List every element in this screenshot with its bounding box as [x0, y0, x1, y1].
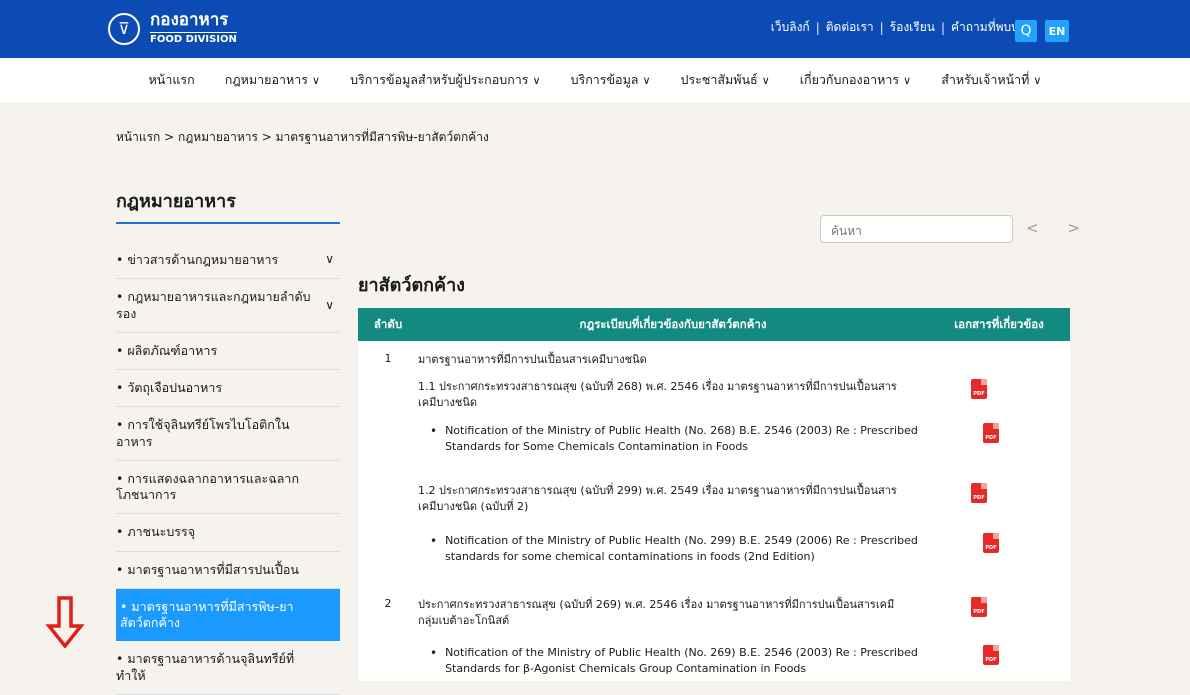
sidebar-item-laws[interactable]: • กฎหมายอาหารและกฎหมายลำดับรอง ∨ — [116, 279, 340, 333]
table-row: • Notification of the Ministry of Public … — [358, 641, 1070, 681]
table-row: 2 ประกาศกระทรวงสาธารณสุข (ฉบับที่ 269) พ… — [358, 593, 1070, 641]
pdf-icon[interactable]: PDF — [971, 483, 987, 503]
sidebar-item-contaminants[interactable]: • มาตรฐานอาหารที่มีสารปนเปื้อน — [116, 552, 340, 589]
bullet: • — [430, 534, 438, 548]
chevron-down-icon: ∨ — [532, 74, 541, 87]
row-number: 1 — [384, 352, 392, 365]
sidebar-item-label: • การแสดงฉลากอาหารและฉลากโภชนาการ — [116, 470, 300, 502]
nav-label: เกี่ยวกับกองอาหาร — [799, 72, 900, 87]
link-contact[interactable]: ติดต่อเรา — [826, 18, 874, 37]
sidebar-item-packaging[interactable]: • ภาชนะบรรจุ — [116, 514, 340, 552]
row-text: ประกาศกระทรวงสาธารณสุข (ฉบับที่ 269) พ.ศ… — [418, 598, 895, 627]
row-text: Notification of the Ministry of Public H… — [445, 424, 918, 453]
sidebar-item-label: • การใช้จุลินทรีย์โพรไบโอติกในอาหาร — [116, 417, 290, 449]
top-bar: ⊽ กองอาหาร FOOD DIVISION เว็บลิงก์ | ติด… — [0, 0, 1190, 58]
bullet: • — [430, 646, 438, 660]
chevron-down-icon[interactable]: ∨ — [325, 252, 334, 268]
content-title: ยาสัตว์ตกค้าง — [358, 275, 465, 296]
sidebar-item-label: • มาตรฐานอาหารที่มีสารพิษ-ยาสัตว์ตกค้าง — [120, 598, 294, 630]
table-row: 1.1 ประกาศกระทรวงสาธารณสุข (ฉบับที่ 268)… — [358, 369, 1070, 419]
table-header: ลำดับ กฎระเบียบที่เกี่ยวข้องกับยาสัตว์ตก… — [358, 308, 1070, 341]
down-arrow-icon — [45, 596, 85, 648]
sidebar-item-label: • กฎหมายอาหารและกฎหมายลำดับรอง — [116, 289, 311, 321]
main-nav: หน้าแรก กฎหมายอาหาร ∨ บริการข้อมูลสำหรับผ… — [0, 58, 1190, 102]
logo-emblem-icon: ⊽ — [108, 12, 140, 45]
row-text: Notification of the Ministry of Public H… — [445, 534, 918, 563]
nav-business-services[interactable]: บริการข้อมูลสำหรับผู้ประกอบการ ∨ — [350, 70, 541, 90]
chevron-down-icon: ∨ — [903, 74, 912, 87]
sidebar-item-products[interactable]: • ผลิตภัณฑ์อาหาร — [116, 333, 340, 370]
logo-thai-text: กองอาหาร — [150, 10, 229, 30]
sidebar-item-label: • ผลิตภัณฑ์อาหาร — [116, 342, 218, 358]
chevron-down-icon: ∨ — [312, 74, 321, 87]
search-icon[interactable]: Q — [1015, 20, 1037, 42]
header-regulation: กฎระเบียบที่เกี่ยวข้องกับยาสัตว์ตกค้าง — [579, 316, 767, 331]
sidebar-item-label: • มาตรฐานอาหารที่มีสารปนเปื้อน — [116, 561, 299, 577]
sidebar-item-label: • ภาชนะบรรจุ — [116, 524, 196, 540]
row-number: 2 — [384, 597, 392, 610]
pdf-icon[interactable]: PDF — [983, 645, 999, 665]
row-text: มาตรฐานอาหารที่มีการปนเปื้อนสารเคมีบางชน… — [418, 353, 647, 366]
nav-label: สำหรับเจ้าหน้าที่ — [941, 72, 1030, 87]
nav-label: บริการข้อมูลสำหรับผู้ประกอบการ — [350, 72, 529, 87]
sidebar-item-probiotics[interactable]: • การใช้จุลินทรีย์โพรไบโอติกในอาหาร — [116, 407, 340, 461]
sidebar-item-microbial[interactable]: • มาตรฐานอาหารด้านจุลินทรีย์ที่ทำให้ — [116, 641, 340, 695]
logo-en-text: FOOD DIVISION — [150, 31, 237, 45]
row-text: 1.1 ประกาศกระทรวงสาธารณสุข (ฉบับที่ 268)… — [418, 380, 897, 409]
sidebar-item-news[interactable]: • ข่าวสารด้านกฎหมายอาหาร ∨ — [116, 242, 340, 280]
header-documents: เอกสารที่เกี่ยวข้อง — [954, 316, 1044, 331]
pdf-icon[interactable]: PDF — [971, 379, 987, 399]
sidebar-item-labeling[interactable]: • การแสดงฉลากอาหารและฉลากโภชนาการ — [116, 461, 340, 515]
sidebar-title-underline — [116, 222, 340, 224]
chevron-down-icon: ∨ — [761, 74, 770, 87]
link-separator: | — [940, 20, 946, 35]
link-separator: | — [879, 20, 884, 35]
nav-info-services[interactable]: บริการข้อมูล ∨ — [571, 70, 651, 90]
link-separator: | — [815, 20, 820, 35]
nav-staff[interactable]: สำหรับเจ้าหน้าที่ ∨ — [941, 70, 1041, 90]
nav-label: หน้าแรก — [148, 72, 195, 87]
header-order: ลำดับ — [373, 316, 403, 331]
language-en-button[interactable]: EN — [1045, 20, 1069, 42]
chevron-down-icon: ∨ — [642, 74, 651, 87]
sidebar-item-residues[interactable]: • มาตรฐานอาหารที่มีสารพิษ-ยาสัตว์ตกค้าง — [116, 588, 340, 642]
nav-label: ประชาสัมพันธ์ — [680, 72, 758, 87]
link-complaint[interactable]: ร้องเรียน — [890, 18, 935, 37]
chevron-down-icon[interactable]: ∨ — [325, 298, 334, 314]
row-text: Notification of the Ministry of Public H… — [445, 646, 918, 675]
pdf-icon[interactable]: PDF — [983, 533, 999, 553]
sidebar-item-label: • ข่าวสารด้านกฎหมายอาหาร — [116, 252, 279, 267]
site-logo[interactable]: ⊽ กองอาหาร FOOD DIVISION — [108, 10, 237, 45]
table-row: • Notification of the Ministry of Public … — [358, 419, 1070, 479]
nav-about[interactable]: เกี่ยวกับกองอาหาร ∨ — [800, 70, 911, 90]
sidebar-item-label: • มาตรฐานอาหารด้านจุลินทรีย์ที่ทำให้ — [116, 651, 295, 683]
nav-food-law[interactable]: กฎหมายอาหาร ∨ — [225, 70, 320, 90]
pager-arrows[interactable]: < > — [1026, 219, 1092, 237]
sidebar-title: กฎหมายอาหาร — [116, 191, 236, 212]
pdf-icon[interactable]: PDF — [971, 597, 987, 617]
nav-label: กฎหมายอาหาร — [224, 72, 308, 87]
search-input[interactable]: ค้นหา — [820, 215, 1013, 243]
sidebar-list: • ข่าวสารด้านกฎหมายอาหาร ∨ • กฎหมายอาหารแ… — [116, 242, 340, 695]
sidebar-item-additives[interactable]: • วัตถุเจือปนอาหาร — [116, 370, 340, 408]
table-row: 1 มาตรฐานอาหารที่มีการปนเปื้อนสารเคมีบาง… — [358, 341, 1070, 369]
table-row: 1.2 ประกาศกระทรวงสาธารณสุข (ฉบับที่ 299)… — [358, 479, 1070, 529]
nav-label: บริการข้อมูล — [570, 72, 639, 87]
breadcrumb[interactable]: หน้าแรก > กฎหมายอาหาร > มาตรฐานอาหารที่ม… — [116, 128, 489, 147]
nav-home[interactable]: หน้าแรก — [149, 70, 195, 90]
link-weblinks[interactable]: เว็บลิงก์ — [771, 18, 810, 37]
residue-table: ลำดับ กฎระเบียบที่เกี่ยวข้องกับยาสัตว์ตก… — [358, 308, 1070, 681]
table-row: • Notification of the Ministry of Public … — [358, 529, 1070, 593]
sidebar-item-label: • วัตถุเจือปนอาหาร — [116, 380, 223, 395]
nav-pr[interactable]: ประชาสัมพันธ์ ∨ — [681, 70, 770, 90]
chevron-down-icon: ∨ — [1033, 74, 1042, 87]
row-text: 1.2 ประกาศกระทรวงสาธารณสุข (ฉบับที่ 299)… — [418, 484, 897, 513]
bullet: • — [430, 424, 438, 438]
pdf-icon[interactable]: PDF — [983, 423, 999, 443]
top-links: เว็บลิงก์ | ติดต่อเรา | ร้องเรียน | คำถา… — [771, 18, 1033, 37]
